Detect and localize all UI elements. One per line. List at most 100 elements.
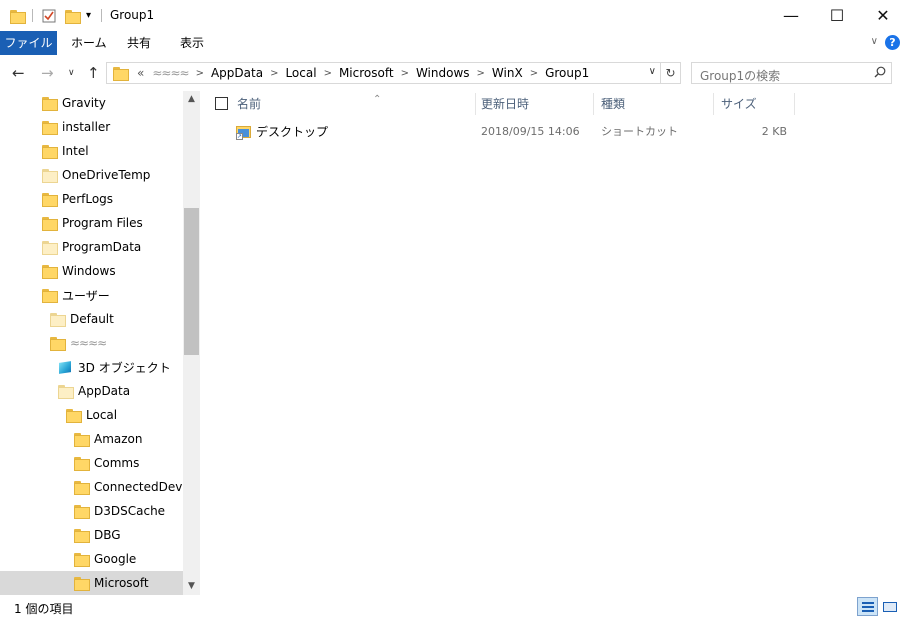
maximize-button[interactable]: ☐ xyxy=(814,0,860,31)
refresh-icon[interactable]: ↻ xyxy=(660,63,680,83)
properties-button[interactable] xyxy=(42,0,56,31)
tree-item[interactable]: PerfLogs xyxy=(0,187,183,211)
breadcrumb-group1[interactable]: Group1 xyxy=(541,66,593,80)
folder-icon xyxy=(42,265,58,279)
tree-item[interactable]: Local xyxy=(0,403,183,427)
column-header-name[interactable]: 名前 ⌃ xyxy=(237,91,475,117)
up-button[interactable]: ↑ xyxy=(87,64,100,82)
folder-icon xyxy=(113,67,129,81)
expand-ribbon-icon[interactable]: ∨ xyxy=(871,36,878,47)
back-button[interactable]: ← xyxy=(12,64,25,82)
tree-item[interactable]: ProgramData xyxy=(0,235,183,259)
tree-item[interactable]: Comms xyxy=(0,451,183,475)
scroll-down-icon[interactable]: ▼ xyxy=(183,578,200,595)
address-bar[interactable]: « ≈≈≈≈ > AppData > Local > Microsoft > W… xyxy=(106,62,681,84)
chevron-down-icon: ∨ xyxy=(68,68,75,78)
folder-icon xyxy=(50,337,66,351)
folder-pale-icon xyxy=(50,313,66,327)
tab-home[interactable]: ホーム xyxy=(61,31,117,55)
chevron-right-icon[interactable]: > xyxy=(527,68,541,79)
breadcrumb-microsoft[interactable]: Microsoft xyxy=(335,66,398,80)
tree-item[interactable]: OneDriveTemp xyxy=(0,163,183,187)
tab-share[interactable]: 共有 xyxy=(117,31,161,55)
column-header-size[interactable]: サイズ xyxy=(721,91,791,117)
file-row[interactable]: ↗ デスクトップ 2018/09/15 14:06 ショートカット 2 KB xyxy=(204,120,804,144)
chevron-right-icon[interactable]: > xyxy=(398,68,412,79)
column-header-type[interactable]: 種類 xyxy=(601,91,711,117)
tree-item-label: ProgramData xyxy=(62,240,142,254)
tree-item[interactable]: Gravity xyxy=(0,91,183,115)
column-divider[interactable] xyxy=(713,93,714,115)
folder-icon xyxy=(42,193,58,207)
tree-item[interactable]: AppData xyxy=(0,379,183,403)
help-icon[interactable]: ? xyxy=(885,35,900,50)
details-view-button[interactable] xyxy=(857,597,878,616)
breadcrumb-user[interactable]: ≈≈≈≈ xyxy=(148,66,192,80)
close-button[interactable]: ✕ xyxy=(860,0,906,31)
column-divider[interactable] xyxy=(794,93,795,115)
column-divider[interactable] xyxy=(475,93,476,115)
file-list[interactable]: 名前 ⌃ 更新日時 種類 サイズ ↗ デスクトップ 2018/09/15 14:… xyxy=(204,91,906,595)
folder-icon xyxy=(42,145,58,159)
forward-button[interactable]: → xyxy=(41,64,54,82)
breadcrumb-overflow[interactable]: « xyxy=(133,66,148,80)
tree-item-label: D3DSCache xyxy=(94,504,166,518)
tree-item[interactable]: installer xyxy=(0,115,183,139)
ribbon: ファイル ホーム 共有 表示 ∨ ? xyxy=(0,31,906,55)
customize-toolbar-button[interactable]: ▾ xyxy=(86,0,91,31)
tab-view[interactable]: 表示 xyxy=(170,31,214,55)
folder-pale-icon xyxy=(42,169,58,183)
minimize-button[interactable]: — xyxy=(768,0,814,31)
address-dropdown-icon[interactable]: ∨ xyxy=(649,66,656,77)
breadcrumb-appdata[interactable]: AppData xyxy=(207,66,267,80)
sort-ascending-icon: ⌃ xyxy=(373,94,382,105)
column-header-modified[interactable]: 更新日時 xyxy=(481,91,591,117)
new-folder-button[interactable] xyxy=(65,0,81,31)
chevron-right-icon[interactable]: > xyxy=(193,68,207,79)
tree-item[interactable]: Amazon xyxy=(0,427,183,451)
tree-item-label: Program Files xyxy=(62,216,143,230)
breadcrumb-winx[interactable]: WinX xyxy=(488,66,527,80)
tree-item-label: 3D オブジェクト xyxy=(78,360,171,375)
navigation-pane-scrollbar[interactable]: ▲ ▼ xyxy=(183,91,200,595)
large-icons-view-button[interactable] xyxy=(879,597,900,616)
tree-item[interactable]: Google xyxy=(0,547,183,571)
tree-item[interactable]: Intel xyxy=(0,139,183,163)
tree-item[interactable]: D3DSCache xyxy=(0,499,183,523)
select-all-checkbox[interactable] xyxy=(215,97,228,110)
folder-icon xyxy=(74,553,90,567)
folder-pale-icon xyxy=(58,385,74,399)
folder-icon xyxy=(74,529,90,543)
folder-icon xyxy=(74,577,90,591)
breadcrumb-windows[interactable]: Windows xyxy=(412,66,474,80)
tree-item[interactable]: Program Files xyxy=(0,211,183,235)
toolbar-separator xyxy=(101,9,102,22)
tree-item[interactable]: ユーザー xyxy=(0,283,183,307)
tree-item-label: PerfLogs xyxy=(62,192,114,206)
navigation-pane[interactable]: Gravity installer Intel OneDriveTemp PerfLog… xyxy=(0,91,183,595)
chevron-down-icon: ▾ xyxy=(86,10,92,21)
recent-locations-button[interactable]: ∨ xyxy=(68,68,75,78)
folder-icon xyxy=(10,9,26,24)
tree-item[interactable]: DBG xyxy=(0,523,183,547)
search-input[interactable]: Group1の検索 xyxy=(691,62,892,84)
minimize-icon: — xyxy=(783,6,799,25)
tab-file[interactable]: ファイル xyxy=(0,31,57,55)
tree-item[interactable]: ≈≈≈≈ xyxy=(0,331,183,355)
chevron-right-icon[interactable]: > xyxy=(267,68,281,79)
tree-item[interactable]: Default xyxy=(0,307,183,331)
tree-item-label: Microsoft xyxy=(94,576,149,590)
breadcrumb-local[interactable]: Local xyxy=(281,66,320,80)
chevron-right-icon[interactable]: > xyxy=(321,68,335,79)
scrollbar-thumb[interactable] xyxy=(184,208,199,355)
column-divider[interactable] xyxy=(593,93,594,115)
search-icon[interactable] xyxy=(874,66,886,78)
tree-item[interactable]: ConnectedDevice xyxy=(0,475,183,499)
tree-item-label: AppData xyxy=(78,384,131,398)
scroll-up-icon[interactable]: ▲ xyxy=(183,91,200,108)
tree-item[interactable]: Microsoft xyxy=(0,571,183,595)
chevron-right-icon[interactable]: > xyxy=(474,68,488,79)
tree-item[interactable]: Windows xyxy=(0,259,183,283)
file-name[interactable]: デスクトップ xyxy=(256,120,328,144)
tree-item[interactable]: 3D オブジェクト xyxy=(0,355,183,379)
